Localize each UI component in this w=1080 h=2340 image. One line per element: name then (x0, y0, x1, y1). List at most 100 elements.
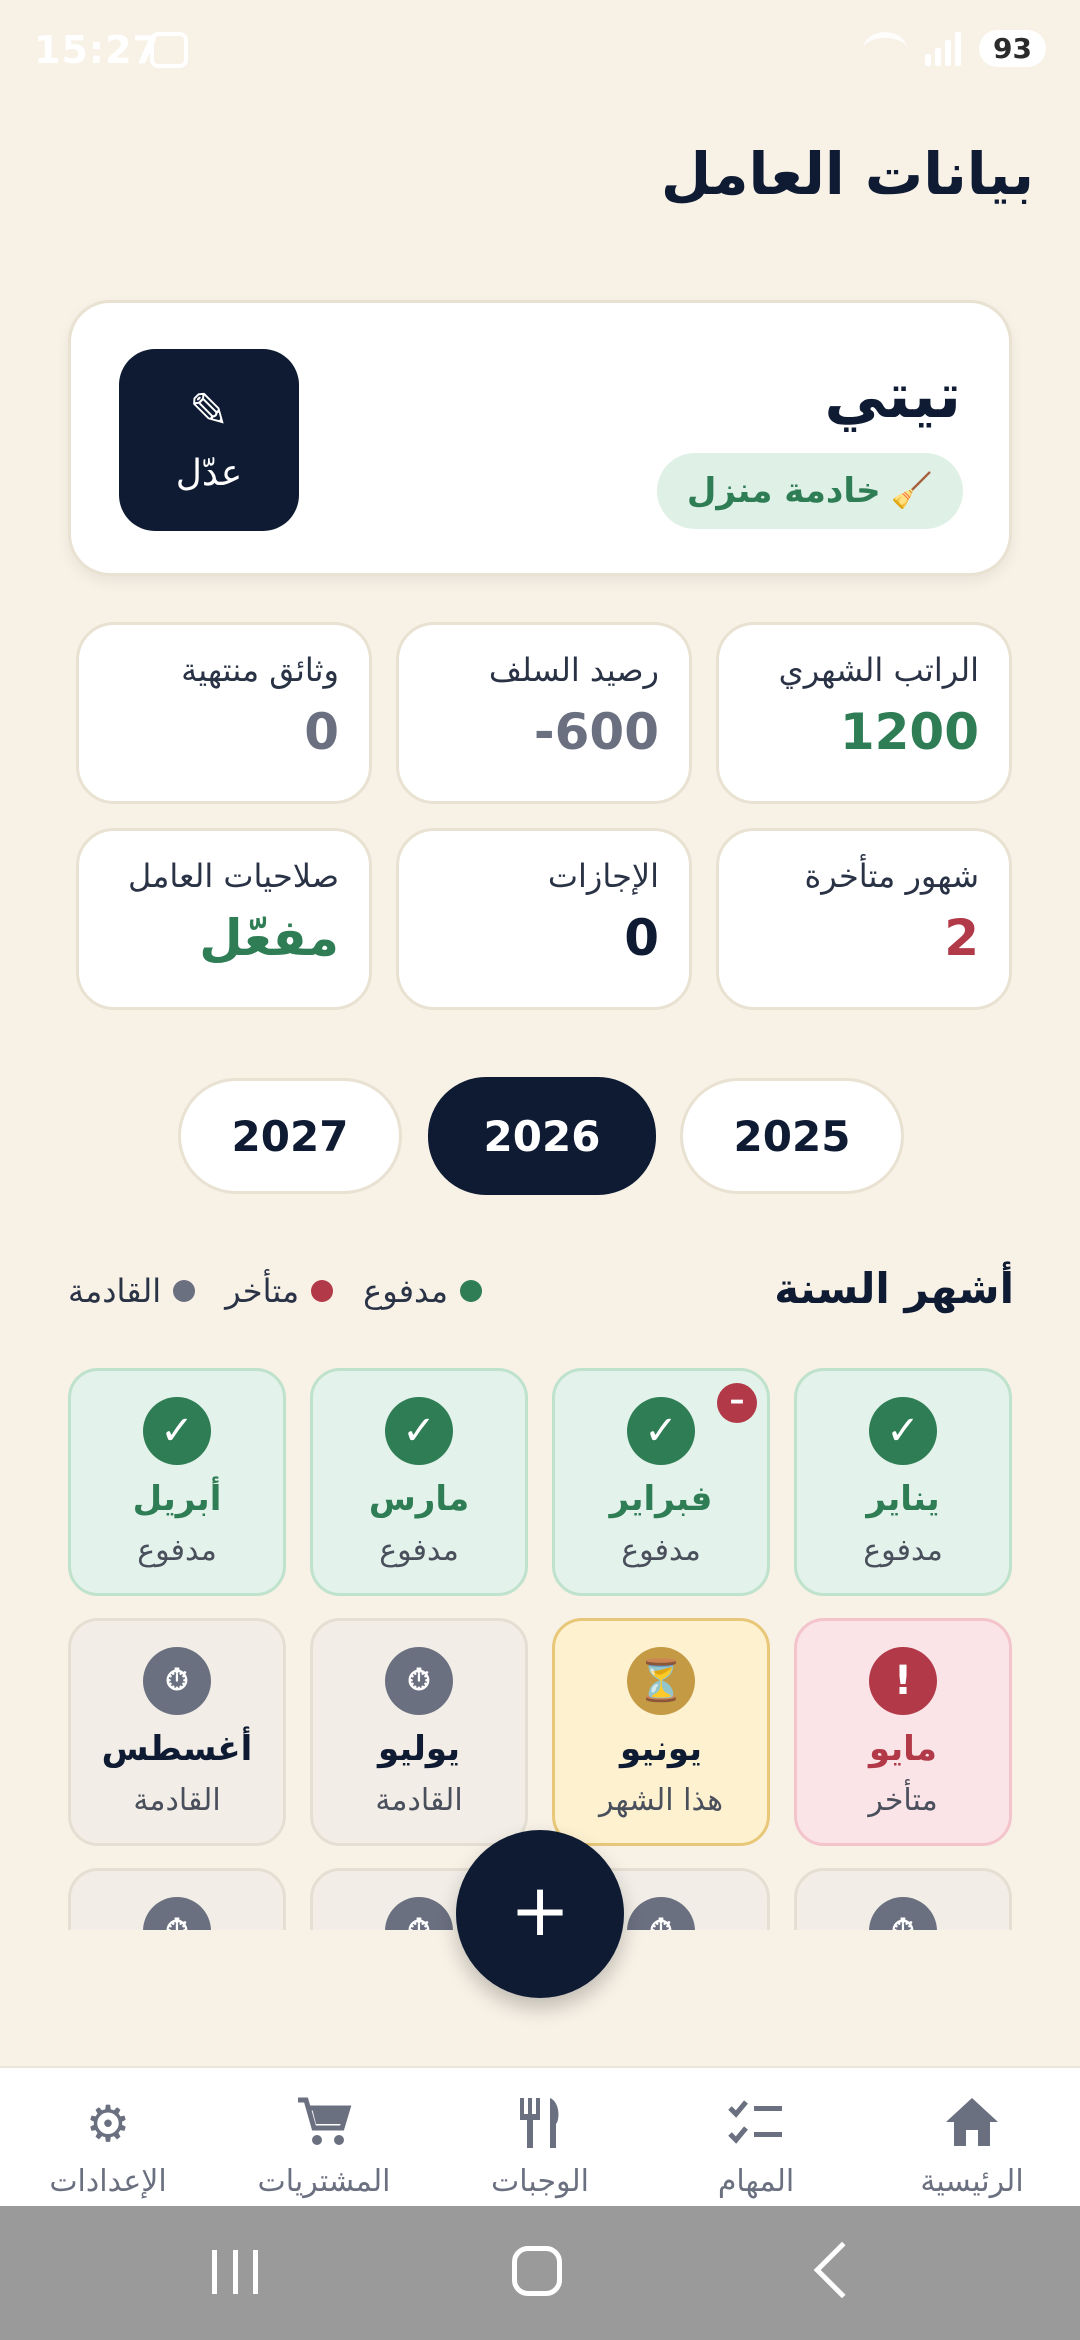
recent-apps-icon[interactable] (212, 2250, 258, 2294)
clock-icon: ⏱ (143, 1647, 211, 1715)
month-card-july[interactable]: ⏱ يوليو القادمة (310, 1618, 528, 1846)
stat-value: 0 (624, 909, 659, 967)
bottom-nav: الرئيسية المهام الوجبات المشتريات ⚙ الإع… (0, 2066, 1080, 2206)
clock-icon: ⏱ (385, 1897, 453, 1930)
stat-worker-permissions[interactable]: صلاحيات العامل مفعّل (76, 828, 372, 1010)
month-status: هذا الشهر (598, 1783, 724, 1818)
battery-indicator: 93 (979, 30, 1046, 67)
month-name: يناير (866, 1479, 940, 1519)
month-card-january[interactable]: ✓ يناير مدفوع (794, 1368, 1012, 1596)
home-circle-icon[interactable] (512, 2246, 562, 2296)
nav-item-meals[interactable]: الوجبات (432, 2068, 648, 2206)
stat-value: مفعّل (199, 909, 339, 967)
month-name: يوليو (377, 1729, 461, 1769)
cart-icon (216, 2094, 432, 2154)
stat-advance-balance[interactable]: رصيد السلف 600- (396, 622, 692, 804)
late-dot-icon (311, 1280, 334, 1302)
minus-badge-icon: – (717, 1383, 757, 1423)
stat-monthly-salary[interactable]: الراتب الشهري 1200 (716, 622, 1012, 804)
nav-label: المهام (717, 2164, 795, 2199)
month-card-partial[interactable]: ⏱ (68, 1868, 286, 1930)
worker-profile-card: تيتي 🧹 خادمة منزل ✎ عدّل (68, 300, 1012, 576)
home-icon (864, 2094, 1080, 2154)
year-pill-2025[interactable]: 2025 (680, 1078, 904, 1194)
month-name: مارس (368, 1479, 470, 1519)
month-card-march[interactable]: ✓ مارس مدفوع (310, 1368, 528, 1596)
month-status: مدفوع (621, 1533, 701, 1568)
month-name: أغسطس (101, 1729, 253, 1769)
month-card-partial[interactable]: ⏱ (794, 1868, 1012, 1930)
upcoming-dot-icon (173, 1280, 196, 1302)
check-icon: ✓ (385, 1397, 453, 1465)
month-status: القادمة (133, 1783, 221, 1818)
month-status: متأخر (868, 1783, 938, 1818)
month-status: مدفوع (137, 1533, 217, 1568)
worker-name: تيتي (824, 359, 961, 432)
stat-value: 2 (944, 909, 979, 967)
month-card-april[interactable]: ✓ أبريل مدفوع (68, 1368, 286, 1596)
stat-label: وثائق منتهية (181, 651, 339, 689)
tasks-icon (648, 2094, 864, 2154)
month-card-february[interactable]: – ✓ فبراير مدفوع (552, 1368, 770, 1596)
add-fab-button[interactable]: + (456, 1830, 624, 1998)
stat-label: الإجازات (547, 857, 659, 895)
nav-item-settings[interactable]: ⚙ الإعدادات (0, 2068, 216, 2206)
nav-item-tasks[interactable]: المهام (648, 2068, 864, 2206)
legend-late: متأخر (225, 1272, 334, 1310)
utensils-icon (432, 2094, 648, 2154)
stat-late-months[interactable]: شهور متأخرة 2 (716, 828, 1012, 1010)
page-title: بيانات العامل (660, 140, 1034, 208)
stat-expired-documents[interactable]: وثائق منتهية 0 (76, 622, 372, 804)
exclamation-icon: ! (869, 1647, 937, 1715)
year-pill-2026[interactable]: 2026 (428, 1077, 656, 1195)
role-label: خادمة منزل (686, 471, 881, 511)
stat-value: 600- (533, 703, 659, 761)
clock-icon: ⏱ (627, 1897, 695, 1930)
check-icon: ✓ (869, 1397, 937, 1465)
month-name: يونيو (619, 1729, 703, 1769)
month-card-june[interactable]: ⏳ يونيو هذا الشهر (552, 1618, 770, 1846)
status-right: 93 (863, 30, 1046, 67)
month-status: مدفوع (863, 1533, 943, 1568)
year-pill-2027[interactable]: 2027 (178, 1078, 402, 1194)
month-name: أبريل (132, 1479, 222, 1519)
legend-paid: مدفوع (363, 1272, 482, 1310)
legend-upcoming: القادمة (68, 1272, 196, 1310)
nav-label: المشتريات (257, 2164, 391, 2199)
nav-item-purchases[interactable]: المشتريات (216, 2068, 432, 2206)
month-status: القادمة (375, 1783, 463, 1818)
stat-vacations[interactable]: الإجازات 0 (396, 828, 692, 1010)
month-card-august[interactable]: ⏱ أغسطس القادمة (68, 1618, 286, 1846)
month-name: فبراير (609, 1479, 713, 1519)
stat-label: رصيد السلف (488, 651, 659, 689)
hourglass-icon: ⏳ (627, 1647, 695, 1715)
nav-label: الوجبات (491, 2164, 589, 2199)
paid-dot-icon (459, 1280, 482, 1302)
edit-label: عدّل (175, 453, 243, 494)
gear-icon: ⚙ (85, 2095, 131, 2153)
pencil-icon: ✎ (188, 383, 230, 439)
wifi-icon (863, 31, 908, 66)
back-chevron-icon[interactable] (813, 2241, 871, 2299)
clock-icon: ⏱ (143, 1897, 211, 1930)
month-card-may[interactable]: ! مايو متأخر (794, 1618, 1012, 1846)
stat-label: شهور متأخرة (804, 857, 979, 895)
check-icon: ✓ (627, 1397, 695, 1465)
clock-icon: ⏱ (869, 1897, 937, 1930)
clock-icon: ⏱ (385, 1647, 453, 1715)
check-icon: ✓ (143, 1397, 211, 1465)
edit-button[interactable]: ✎ عدّل (119, 349, 299, 531)
stat-value: 1200 (839, 703, 979, 761)
nav-label: الإعدادات (49, 2164, 167, 2199)
status-time: 15:27 (34, 28, 160, 72)
stat-label: صلاحيات العامل (128, 857, 339, 895)
stat-label: الراتب الشهري (778, 651, 979, 689)
nav-label: الرئيسية (920, 2164, 1024, 2199)
stat-value: 0 (304, 703, 339, 761)
status-legend: مدفوع متأخر القادمة (68, 1272, 482, 1310)
screenshot-icon (150, 32, 188, 68)
month-name: مايو (869, 1729, 937, 1769)
role-badge: 🧹 خادمة منزل (656, 453, 963, 529)
nav-item-home[interactable]: الرئيسية (864, 2068, 1080, 2206)
months-section-title: أشهر السنة (774, 1264, 1014, 1313)
